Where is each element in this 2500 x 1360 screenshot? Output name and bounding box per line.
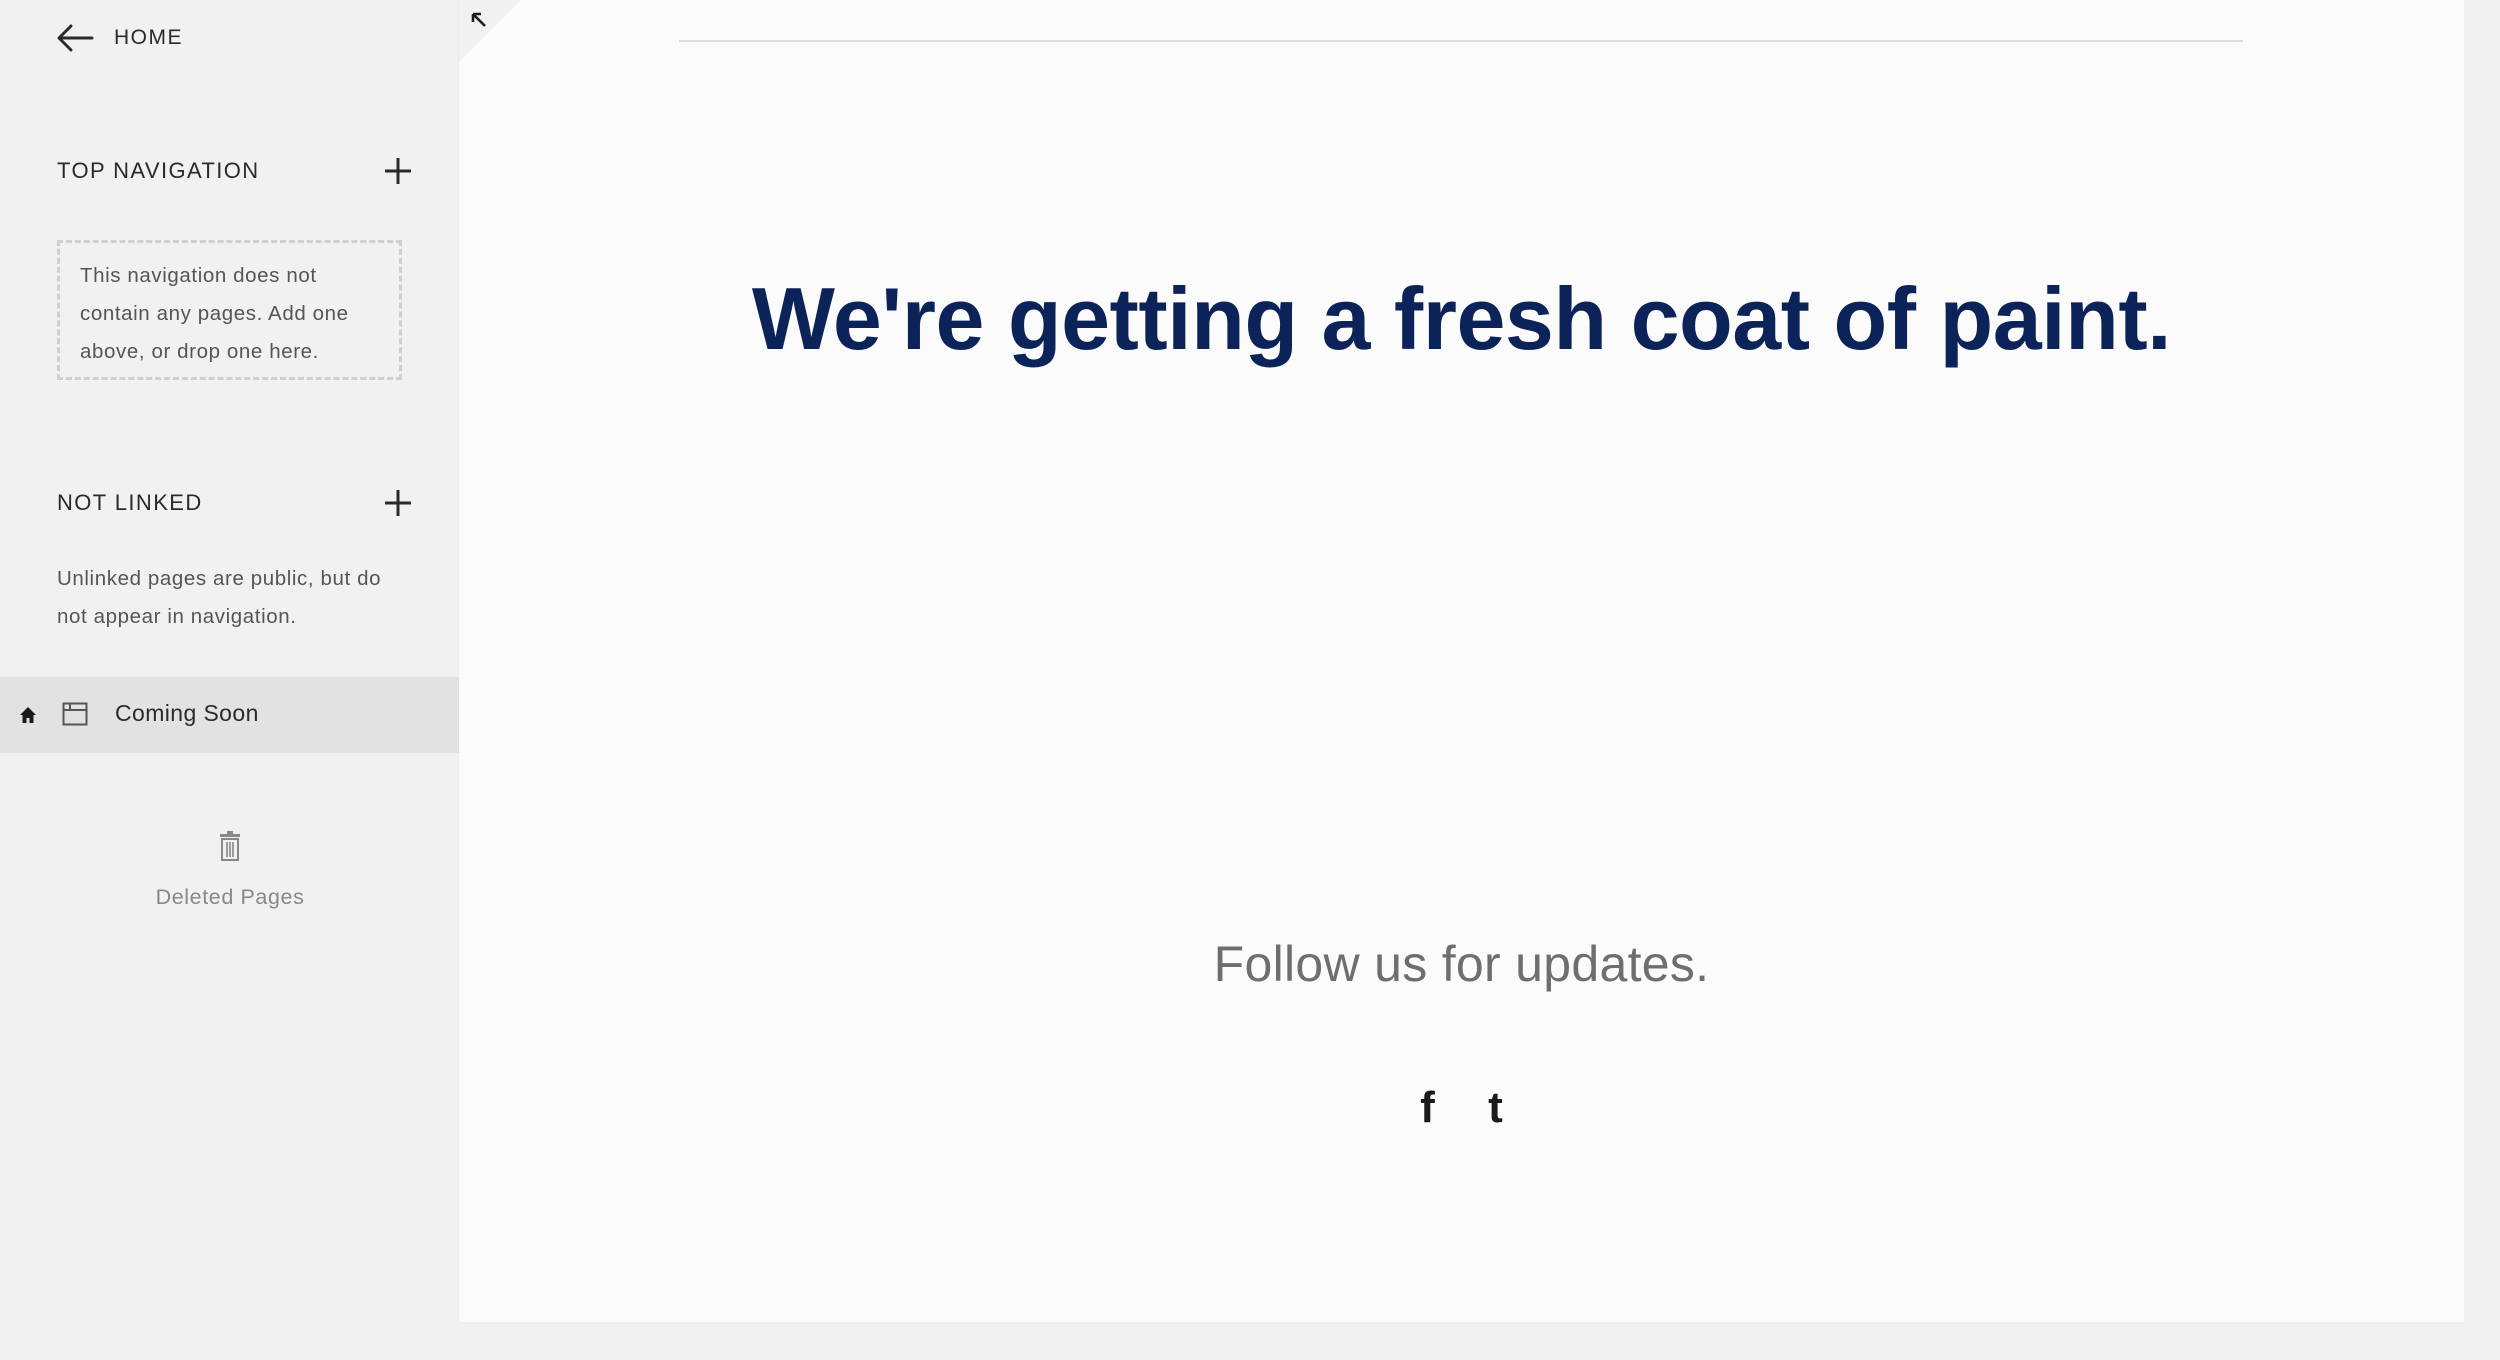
trash-icon — [220, 831, 240, 861]
follow-text: Follow us for updates. — [1213, 936, 1710, 992]
home-label: HOME — [114, 26, 183, 49]
tumblr-icon[interactable]: t — [1478, 1083, 1514, 1132]
header-divider — [679, 40, 2243, 42]
pages-sidebar: HOME TOP NAVIGATION This navigation does… — [0, 0, 459, 1360]
add-top-nav-page-button[interactable] — [383, 156, 413, 186]
top-navigation-header: TOP NAVIGATION — [57, 151, 413, 191]
social-links: f t — [459, 1083, 2464, 1132]
page-icon — [62, 702, 88, 726]
collapse-arrow-icon[interactable] — [469, 10, 491, 32]
arrow-left-icon — [57, 24, 94, 52]
deleted-pages-link[interactable]: Deleted Pages — [120, 830, 340, 910]
home-icon — [20, 707, 36, 723]
right-gutter — [2464, 0, 2500, 1360]
top-navigation-dropzone[interactable]: This navigation does not contain any pag… — [57, 240, 402, 380]
deleted-pages-label: Deleted Pages — [155, 885, 305, 909]
not-linked-title: NOT LINKED — [57, 490, 203, 515]
back-home-link[interactable]: HOME — [56, 20, 183, 56]
top-navigation-title: TOP NAVIGATION — [57, 158, 260, 183]
not-linked-header: NOT LINKED — [57, 483, 413, 523]
page-headline: We're getting a fresh coat of paint. — [751, 269, 2172, 368]
page-item-coming-soon[interactable]: Coming Soon — [0, 677, 459, 753]
facebook-icon[interactable]: f — [1410, 1083, 1446, 1132]
not-linked-note: Unlinked pages are public, but do not ap… — [57, 567, 382, 628]
add-unlinked-page-button[interactable] — [383, 488, 413, 518]
paint-can-brush-icon — [1269, 500, 1689, 800]
site-preview: We're getting a fresh coat of paint. Fol… — [459, 0, 2464, 1322]
page-item-title: Coming Soon — [115, 700, 259, 726]
